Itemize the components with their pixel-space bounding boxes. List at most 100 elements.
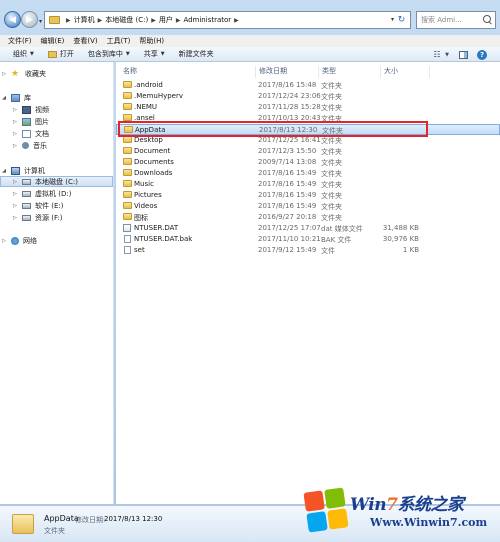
search-input[interactable]: 搜索 Admi... [416,11,496,29]
column-divider[interactable] [429,66,430,78]
file-row[interactable]: Pictures 2017/8/16 15:49 文件夹 [116,190,500,201]
file-name: 图标 [134,214,148,222]
file-type: 文件夹 [321,203,342,211]
preview-pane-button[interactable] [458,49,469,60]
file-row[interactable]: Downloads 2017/8/16 15:49 文件夹 [116,168,500,179]
expand-icon[interactable]: ▷ [11,131,19,137]
file-row[interactable]: Music 2017/8/16 15:49 文件夹 [116,179,500,190]
file-modified-date: 2016/9/27 20:18 [258,213,317,221]
breadcrumb-administrator[interactable]: Administrator [183,16,231,24]
breadcrumb-users[interactable]: 用户 [159,15,173,25]
nav-drive-c[interactable]: ▷ 本地磁盘 (C:) [0,176,113,187]
nav-drive-d[interactable]: ▷ 虚拟机 (D:) [0,188,113,199]
nav-favorites[interactable]: ▷ ★ 收藏夹 [0,68,113,79]
file-modified-date: 2017/8/16 15:49 [258,180,317,188]
menu-view[interactable]: 查看(V) [73,36,97,46]
organize-label: 组织 [13,50,27,58]
address-history-dropdown[interactable]: ▾ [391,16,394,23]
nav-libraries-label: 库 [24,93,31,102]
expand-icon[interactable]: ▷ [0,238,8,244]
file-row[interactable]: NTUSER.DAT 2017/12/25 17:07 dat 媒体文件 31,488… [116,223,500,234]
nav-computer-label: 计算机 [24,166,45,175]
file-row[interactable]: .NEMU 2017/11/28 15:28 文件夹 [116,102,500,113]
folder-icon [123,114,132,121]
file-type: BAK 文件 [321,236,352,244]
include-in-library-button[interactable]: 包含到库中 ▼ [88,49,130,59]
nav-library-pictures[interactable]: ▷ 图片 [0,116,113,127]
expand-icon[interactable]: ▷ [11,203,19,209]
nav-library-music[interactable]: ▷ 音乐 [0,140,113,151]
expand-icon[interactable]: ▷ [11,191,19,197]
recent-pages-dropdown[interactable]: ▾ [39,18,42,25]
nav-library-documents[interactable]: ▷ 文档 [0,128,113,139]
expand-icon[interactable]: ◢ [0,95,8,101]
file-row[interactable]: Documents 2009/7/14 13:08 文件夹 [116,157,500,168]
nav-drive-e[interactable]: ▷ 软件 (E:) [0,200,113,211]
column-divider[interactable] [255,66,256,78]
expand-icon[interactable]: ▷ [11,215,19,221]
chevron-right-icon[interactable]: ▶ [151,17,156,24]
chevron-right-icon[interactable]: ▶ [98,17,103,24]
column-header-size[interactable]: 大小 [384,66,398,76]
expand-icon[interactable]: ▷ [11,107,19,113]
open-label: 打开 [59,50,74,58]
chevron-right-icon[interactable]: ▶ [66,17,71,24]
open-button[interactable]: 打开 [47,49,74,59]
highlight-annotation-box [118,121,428,137]
nav-drive-f[interactable]: ▷ 资源 (F:) [0,212,113,223]
share-button[interactable]: 共享 ▼ [144,49,165,59]
menu-file[interactable]: 文件(F) [8,36,32,46]
search-placeholder: 搜索 Admi... [421,16,462,24]
nav-network[interactable]: ▷ 网络 [0,235,113,246]
nav-library-videos[interactable]: ▷ 视频 [0,104,113,115]
expand-icon[interactable]: ▷ [11,143,19,149]
file-name: .NEMU [134,103,158,111]
new-folder-button[interactable]: 新建文件夹 [179,49,214,59]
menu-help[interactable]: 帮助(H) [139,36,164,46]
refresh-icon[interactable]: ↻ [395,13,408,27]
nav-libraries[interactable]: ◢ 库 [0,92,113,103]
file-row[interactable]: set 2017/9/12 15:49 文件 1 KB [116,245,500,256]
file-row[interactable]: Videos 2017/8/16 15:49 文件夹 [116,201,500,212]
file-row[interactable]: Document 2017/12/3 15:50 文件夹 [116,146,500,157]
breadcrumb-computer[interactable]: 计算机 [74,15,95,25]
forward-button[interactable]: ▶ [21,11,38,28]
view-options-dropdown[interactable]: ▼ [444,49,450,60]
help-button[interactable]: ? [476,49,488,60]
file-row[interactable]: .MemuHyperv 2017/12/24 23:06 文件夹 [116,91,500,102]
file-type: 文件夹 [321,192,342,200]
expand-icon[interactable]: ▷ [11,179,19,185]
expand-icon[interactable]: ▷ [0,71,8,77]
chevron-down-icon: ▼ [30,51,34,57]
watermark-url: Www.Winwin7.com [370,516,488,529]
expand-icon[interactable]: ◢ [0,168,8,174]
folder-icon [123,136,132,143]
expand-icon[interactable]: ▷ [11,119,19,125]
back-button[interactable]: ◀ [4,11,21,28]
menu-tools[interactable]: 工具(T) [107,36,131,46]
chevron-right-icon[interactable]: ▶ [176,17,181,24]
address-bar[interactable]: ▶ 计算机 ▶ 本地磁盘 (C:) ▶ 用户 ▶ Administrator ▶… [44,11,411,29]
file-modified-date: 2017/12/25 16:41 [258,136,321,144]
nav-computer[interactable]: ◢ 计算机 [0,165,113,176]
change-view-icon[interactable]: ☷ [431,49,443,60]
chevron-down-icon: ▼ [125,51,130,57]
file-row[interactable]: NTUSER.DAT.bak 2017/11/10 10:21 BAK 文件 30,9… [116,234,500,245]
file-modified-date: 2017/11/10 10:21 [258,235,321,243]
search-icon[interactable] [483,15,492,24]
folder-icon [123,169,132,176]
menu-edit[interactable]: 编辑(E) [41,36,65,46]
column-divider[interactable] [380,66,381,78]
organize-button[interactable]: 组织 ▼ [13,49,34,59]
file-row[interactable]: .android 2017/8/16 15:48 文件夹 [116,80,500,91]
details-modified-label: 修改日期: [75,516,106,524]
file-row[interactable]: 图标 2016/9/27 20:18 文件夹 [116,212,500,223]
column-header-type[interactable]: 类型 [322,66,336,76]
details-item-type: 文件夹 [44,527,65,535]
include-in-library-label: 包含到库中 [87,50,123,58]
column-header-name[interactable]: 名称 [123,66,137,76]
breadcrumb-drive-c[interactable]: 本地磁盘 (C:) [105,15,148,25]
chevron-right-icon[interactable]: ▶ [234,17,239,24]
column-divider[interactable] [318,66,319,78]
column-header-date[interactable]: 修改日期 [259,66,287,76]
